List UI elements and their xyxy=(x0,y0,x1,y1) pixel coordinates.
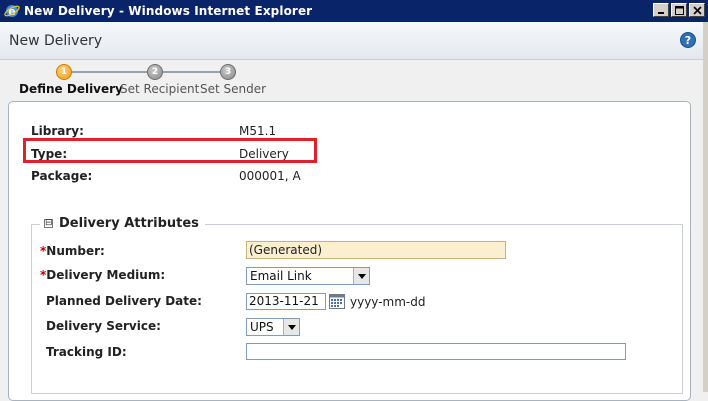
highlight-box xyxy=(23,138,317,163)
delivery-service-label: Delivery Service: xyxy=(46,319,161,333)
delivery-service-value: UPS xyxy=(250,320,274,334)
step-connector xyxy=(163,71,221,73)
window-title-bar: e New Delivery - Windows Internet Explor… xyxy=(0,0,708,22)
page-header: New Delivery ? xyxy=(0,22,708,60)
tracking-id-input[interactable] xyxy=(246,343,626,360)
tracking-id-label: Tracking ID: xyxy=(46,345,127,359)
collapse-icon[interactable]: ⊟ xyxy=(44,219,53,228)
step-connector xyxy=(72,71,148,73)
section-legend: ⊟ Delivery Attributes xyxy=(40,216,205,231)
planned-date-label: Planned Delivery Date: xyxy=(46,294,202,308)
help-icon[interactable]: ? xyxy=(680,32,696,48)
number-label: *Number: xyxy=(40,244,105,258)
number-field[interactable]: (Generated) xyxy=(246,241,506,259)
wizard-steps: 1 2 3 Define Delivery Set Recipient Set … xyxy=(0,60,708,100)
section-title: Delivery Attributes xyxy=(59,216,199,231)
internet-explorer-icon: e xyxy=(4,5,20,18)
maximize-button[interactable] xyxy=(671,3,687,17)
library-value: M51.1 xyxy=(239,124,277,138)
chevron-down-icon[interactable] xyxy=(353,268,369,284)
planned-date-input[interactable]: 2013-11-21 xyxy=(246,293,326,310)
close-icon xyxy=(692,5,702,15)
calendar-icon[interactable] xyxy=(329,293,345,309)
maximize-icon xyxy=(674,5,684,15)
library-label: Library: xyxy=(31,124,84,138)
delivery-medium-label-text: Delivery Medium: xyxy=(46,268,166,282)
window-title: New Delivery - Windows Internet Explorer xyxy=(24,4,313,18)
window-edge xyxy=(703,22,708,392)
step-2-label[interactable]: Set Recipient xyxy=(120,82,199,96)
minimize-button[interactable] xyxy=(653,3,669,17)
delivery-medium-select[interactable]: Email Link xyxy=(246,267,370,285)
step-1-label[interactable]: Define Delivery xyxy=(19,82,123,96)
number-label-text: Number: xyxy=(46,244,105,258)
package-label: Package: xyxy=(31,169,93,183)
delivery-service-select[interactable]: UPS xyxy=(246,318,300,336)
step-3-label[interactable]: Set Sender xyxy=(200,82,266,96)
step-3-indicator: 3 xyxy=(220,64,236,80)
close-button[interactable] xyxy=(689,3,705,17)
chevron-down-icon[interactable] xyxy=(283,319,299,335)
step-2-indicator: 2 xyxy=(147,64,163,80)
package-value: 000001, A xyxy=(239,169,301,183)
delivery-medium-value: Email Link xyxy=(250,269,312,283)
date-format-hint: yyyy-mm-dd xyxy=(350,295,426,309)
minimize-icon xyxy=(658,12,664,14)
delivery-medium-label: *Delivery Medium: xyxy=(40,268,165,282)
page-title: New Delivery xyxy=(9,33,103,49)
step-1-indicator: 1 xyxy=(56,64,72,80)
